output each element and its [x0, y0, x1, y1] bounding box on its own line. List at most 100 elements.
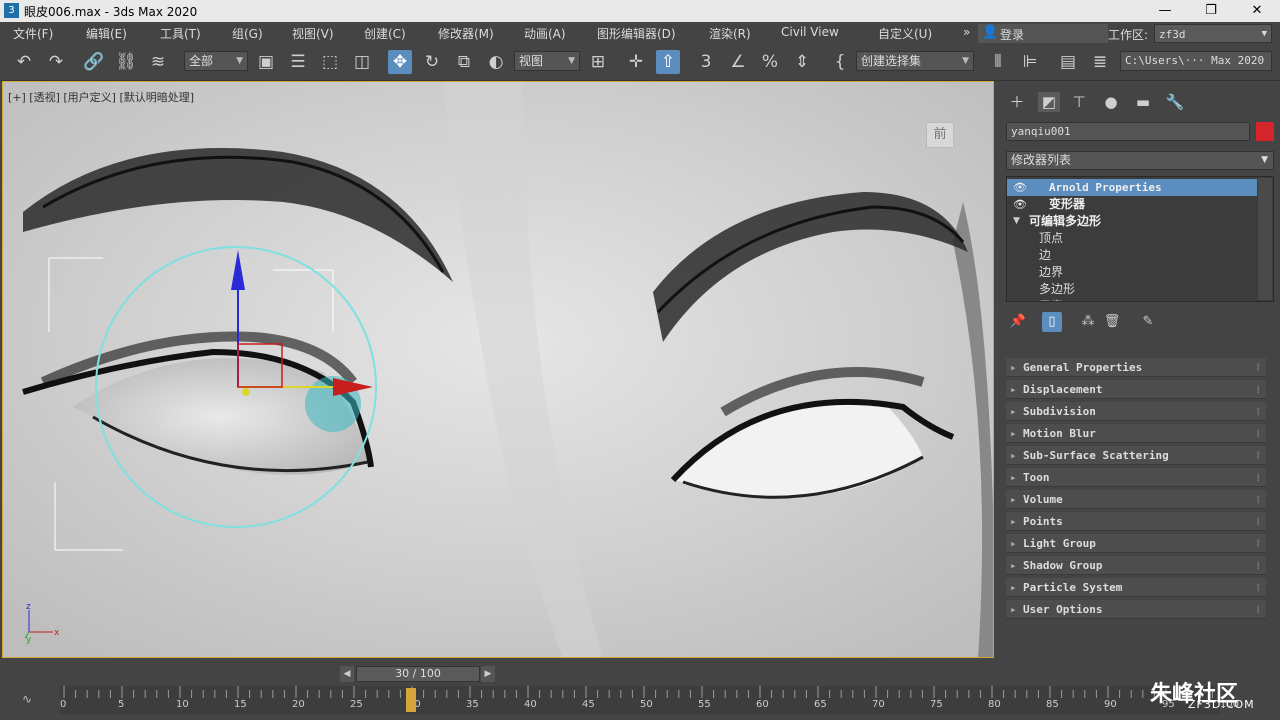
rollout-sub-surface-scattering[interactable]: ▸ Sub-Surface Scattering ⁞ [1006, 446, 1266, 465]
select-by-name-icon[interactable]: ☰ [286, 50, 310, 74]
plus-icon: ▸ [1010, 383, 1017, 396]
show-end-result-icon[interactable]: ▯ [1042, 312, 1062, 332]
menu-civil-view[interactable]: Civil View [781, 25, 839, 39]
minimize-button[interactable]: — [1142, 0, 1188, 22]
rollout-toon[interactable]: ▸ Toon ⁞ [1006, 468, 1266, 487]
curve-editor-icon[interactable]: ∿ [22, 692, 32, 706]
angle-snap-icon[interactable]: ∠ [726, 50, 750, 74]
chevron-down-icon: ▼ [1261, 155, 1268, 165]
menu-animation[interactable]: 动画(A) [524, 25, 566, 42]
rollout-motion-blur[interactable]: ▸ Motion Blur ⁞ [1006, 424, 1266, 443]
named-selection-dropdown[interactable]: 创建选择集 ▼ [856, 51, 974, 71]
subobject-edge[interactable]: 边 [1007, 247, 1257, 264]
rollout-user-options[interactable]: ▸ User Options ⁞ [1006, 600, 1266, 619]
menu-modifiers[interactable]: 修改器(M) [438, 25, 494, 42]
select-manipulate-icon[interactable]: ✛ [624, 50, 648, 74]
close-button[interactable]: ✕ [1234, 0, 1280, 22]
grip-icon: ⁞ [1256, 383, 1260, 396]
menu-views[interactable]: 视图(V) [292, 25, 334, 42]
mirror-icon[interactable]: ⫴ [986, 50, 1010, 74]
select-object-icon[interactable]: ▣ [254, 50, 278, 74]
rollout-points[interactable]: ▸ Points ⁞ [1006, 512, 1266, 531]
selection-filter-dropdown[interactable]: 全部 ▼ [184, 51, 248, 71]
menu-create[interactable]: 创建(C) [364, 25, 406, 42]
time-scrubber[interactable] [406, 688, 416, 712]
undo-icon[interactable]: ↶ [12, 50, 36, 74]
perspective-viewport[interactable]: z x y [2, 81, 994, 658]
reference-coord-dropdown[interactable]: 视图 ▼ [514, 51, 580, 71]
unlink-icon[interactable]: ⛓ [114, 50, 138, 74]
expand-arrow-icon[interactable]: ▼ [1013, 213, 1020, 230]
login-label: 登录 [1000, 28, 1025, 42]
grip-icon: ⁞ [1256, 493, 1260, 506]
viewcube[interactable]: 前 [926, 122, 954, 148]
maximize-button[interactable]: ❐ [1188, 0, 1234, 22]
rollout-particle-system[interactable]: ▸ Particle System ⁞ [1006, 578, 1266, 597]
hierarchy-tab-icon[interactable]: ⊤ [1068, 92, 1090, 112]
select-move-icon[interactable]: ✥ [388, 50, 412, 74]
time-slider[interactable]: 30 / 100 [356, 666, 480, 682]
utilities-tab-icon[interactable]: 🔧 [1164, 92, 1186, 112]
keyboard-shortcut-toggle-icon[interactable]: ⇧ [656, 50, 680, 74]
subobject-element[interactable]: 元素 [1007, 298, 1257, 301]
scene-explorer-icon[interactable]: ▤ [1056, 50, 1080, 74]
stack-scrollbar[interactable] [1258, 178, 1272, 300]
menu-group[interactable]: 组(G) [232, 25, 263, 42]
login-button[interactable]: 👤 登录 [978, 24, 1108, 43]
select-rotate-icon[interactable]: ↻ [420, 50, 444, 74]
stack-item-editable-poly[interactable]: ▼ 可编辑多边形 [1007, 213, 1257, 230]
stack-item-arnold-properties[interactable]: 👁 Arnold Properties [1007, 179, 1257, 196]
subobject-border[interactable]: 边界 [1007, 264, 1257, 281]
remove-modifier-icon[interactable]: 🗑 [1102, 312, 1122, 332]
menu-customize[interactable]: 自定义(U) [878, 25, 932, 42]
modify-tab-icon[interactable]: ◩ [1038, 92, 1060, 112]
stack-item-morpher[interactable]: 👁 变形器 [1007, 196, 1257, 213]
select-place-icon[interactable]: ◐ [484, 50, 508, 74]
select-scale-icon[interactable]: ⧉ [452, 50, 476, 74]
modifier-list-dropdown[interactable]: 修改器列表 ▼ [1006, 151, 1274, 170]
align-icon[interactable]: ⊫ [1018, 50, 1042, 74]
link-icon[interactable]: 🔗 [82, 50, 106, 74]
bind-space-warp-icon[interactable]: ≋ [146, 50, 170, 74]
percent-snap-icon[interactable]: % [758, 50, 782, 74]
eye-icon[interactable]: 👁 [1013, 179, 1027, 196]
rollout-displacement[interactable]: ▸ Displacement ⁞ [1006, 380, 1266, 399]
menu-file[interactable]: 文件(F) [13, 25, 53, 42]
rollout-light-group[interactable]: ▸ Light Group ⁞ [1006, 534, 1266, 553]
object-color-swatch[interactable] [1256, 122, 1274, 141]
window-crossing-icon[interactable]: ◫ [350, 50, 374, 74]
subobject-polygon[interactable]: 多边形 [1007, 281, 1257, 298]
edit-named-selection-icon[interactable]: { [828, 50, 852, 74]
next-frame-icon[interactable]: ▶ [481, 666, 495, 682]
make-unique-icon[interactable]: ⁂ [1078, 312, 1098, 332]
snaps-toggle-icon[interactable]: 3 [694, 50, 718, 74]
rect-selection-region-icon[interactable]: ⬚ [318, 50, 342, 74]
viewport-label[interactable]: [+] [透视] [用户定义] [默认明暗处理] [8, 89, 194, 105]
grip-icon: ⁞ [1256, 537, 1260, 550]
pin-stack-icon[interactable]: 📌 [1008, 312, 1028, 332]
display-tab-icon[interactable]: ▬ [1132, 92, 1154, 112]
prev-frame-icon[interactable]: ◀ [340, 666, 354, 682]
menu-tools[interactable]: 工具(T) [160, 25, 201, 42]
rollout-general-properties[interactable]: ▸ General Properties ⁞ [1006, 358, 1266, 377]
create-tab-icon[interactable]: ＋ [1006, 92, 1028, 112]
spinner-snap-icon[interactable]: ⇕ [790, 50, 814, 74]
redo-icon[interactable]: ↷ [44, 50, 68, 74]
configure-sets-icon[interactable]: ✎ [1138, 312, 1158, 332]
rollout-subdivision[interactable]: ▸ Subdivision ⁞ [1006, 402, 1266, 421]
workspace-dropdown[interactable]: zf3d ▼ [1154, 24, 1272, 43]
pivot-center-icon[interactable]: ⊞ [586, 50, 610, 74]
menu-graph-editors[interactable]: 图形编辑器(D) [597, 25, 676, 42]
timeline-tick-label: 0 [60, 699, 67, 710]
subobject-vertex[interactable]: 顶点 [1007, 230, 1257, 247]
rollout-volume[interactable]: ▸ Volume ⁞ [1006, 490, 1266, 509]
object-name-field[interactable]: yanqiu001 [1006, 122, 1250, 141]
project-path-field[interactable]: C:\Users\··· Max 2020 [1120, 51, 1272, 71]
layer-explorer-icon[interactable]: ≣ [1088, 50, 1112, 74]
menu-edit[interactable]: 编辑(E) [86, 25, 127, 42]
motion-tab-icon[interactable]: ● [1100, 92, 1122, 112]
menu-rendering[interactable]: 渲染(R) [709, 25, 751, 42]
menu-overflow[interactable]: » [963, 25, 970, 39]
eye-icon[interactable]: 👁 [1013, 196, 1027, 213]
rollout-shadow-group[interactable]: ▸ Shadow Group ⁞ [1006, 556, 1266, 575]
